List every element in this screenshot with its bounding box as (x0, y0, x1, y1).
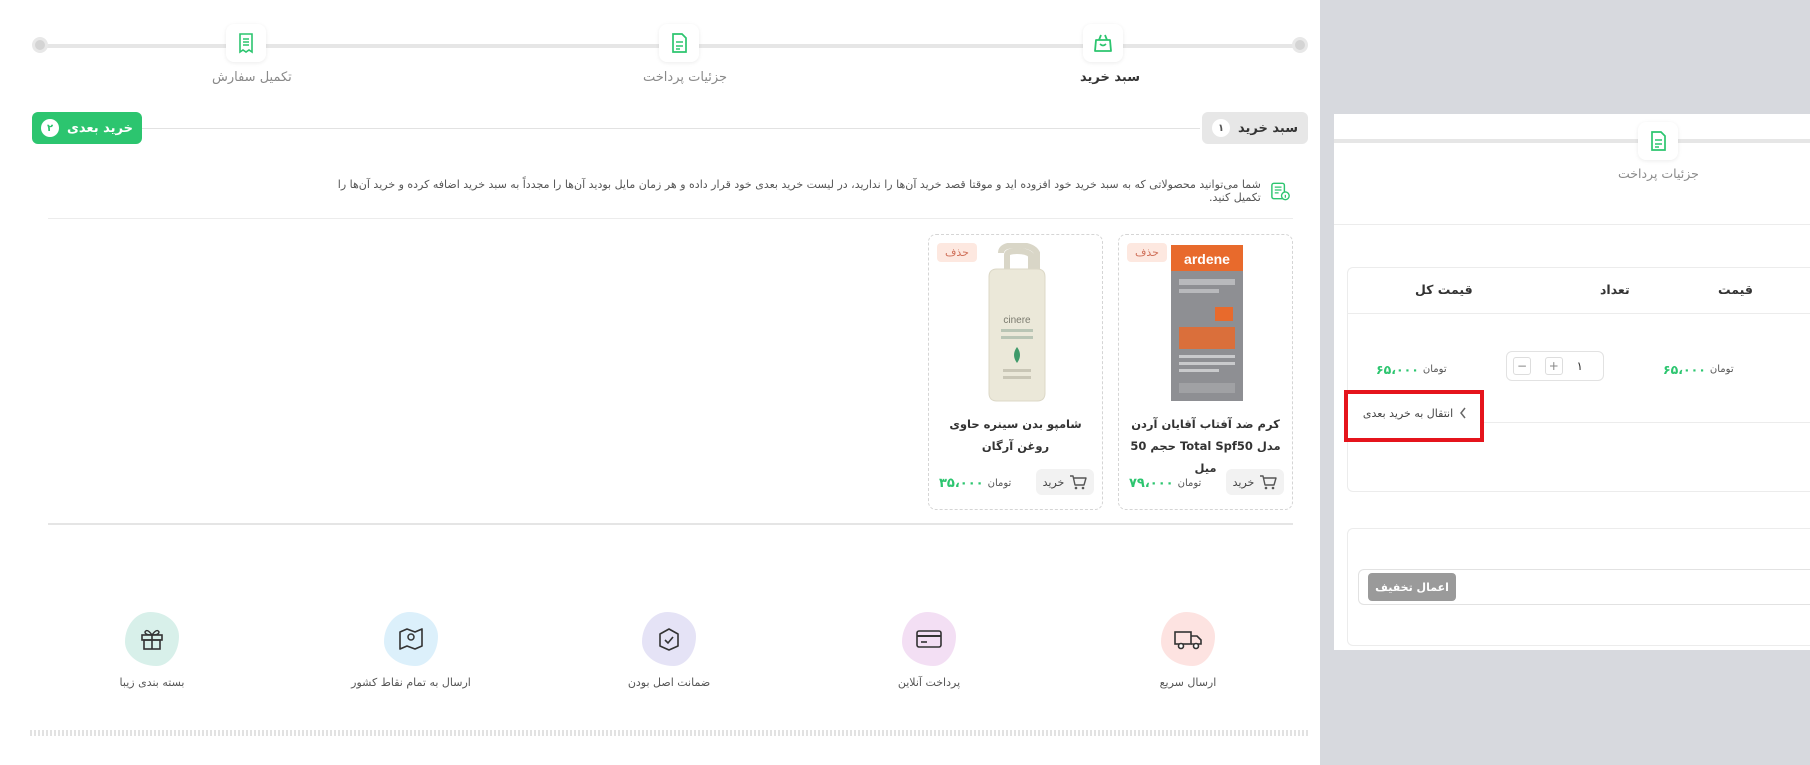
stepper-start-dot (1292, 37, 1308, 53)
tab-cart-label: سبد خرید (1238, 120, 1298, 136)
tabs-divider (140, 128, 1200, 129)
quantity-stepper: − + ۱ (1506, 351, 1604, 381)
apply-discount-button[interactable]: اعمال تخفیف (1368, 573, 1456, 601)
decrease-qty-button[interactable]: − (1513, 357, 1531, 375)
product-card: حذف cinere شامپو بدن سینره حاوی روغن آرگ… (928, 234, 1103, 510)
feature-authenticity: ضمانت اصل بودن (589, 612, 749, 689)
panel-separator (1334, 224, 1810, 225)
feature-label: ارسال سریع (1159, 676, 1217, 689)
feature-icon-bg (125, 612, 179, 666)
product-price: تومان ۷۹،۰۰۰ (1129, 476, 1201, 491)
row-total-value: ۶۵،۰۰۰ (1376, 362, 1419, 377)
info-row: شما می‌توانید محصولاتی که به سبد خرید خو… (320, 178, 1290, 204)
cart-icon (1070, 475, 1088, 490)
main-content: سبد خرید جزئیات پرداخت تکمیل سفارش سبد خ… (0, 0, 1320, 575)
shopping-bag-icon (1094, 34, 1112, 52)
quantity-value[interactable]: ۱ (1577, 359, 1583, 373)
feature-label: ارسال به تمام نقاط کشور (351, 676, 471, 689)
row-price: تومان ۶۵،۰۰۰ (1663, 362, 1734, 377)
step-payment[interactable] (659, 24, 699, 62)
header-qty: تعداد (1600, 282, 1630, 297)
tab-next-purchase[interactable]: خرید بعدی ۲ (32, 112, 142, 144)
content-separator (48, 523, 1293, 525)
feature-label: پرداخت آنلاین (897, 676, 961, 689)
feature-gift-packaging: بسته بندی زیبا (72, 612, 232, 689)
product-image-shampoo: cinere (988, 243, 1046, 402)
truck-icon (1174, 631, 1202, 650)
panel-step-label: جزئیات پرداخت (1618, 166, 1699, 181)
panel-stepper-line (1334, 139, 1810, 143)
currency: تومان (987, 478, 1012, 489)
gift-icon (141, 629, 163, 650)
main-area: سبد خرید جزئیات پرداخت تکمیل سفارش سبد خ… (0, 0, 1320, 765)
header-price: قیمت (1718, 282, 1753, 297)
price-value: ۷۹،۰۰۰ (1129, 476, 1174, 491)
feature-online-payment: پرداخت آنلاین (849, 612, 1009, 689)
product-card: حذف ardene کرم ضد آفتاب آقایان آردن مدل … (1118, 234, 1293, 510)
currency: تومان (1709, 364, 1734, 375)
buy-label: خرید (1042, 475, 1065, 489)
price-value: ۳۵،۰۰۰ (939, 476, 984, 491)
product-price: تومان ۳۵،۰۰۰ (939, 476, 1011, 491)
feature-label: بسته بندی زیبا (119, 676, 185, 689)
product-title[interactable]: شامپو بدن سینره حاوی روغن آرگان (937, 413, 1094, 457)
feature-label: ضمانت اصل بودن (627, 676, 711, 689)
discount-box: اعمال تخفیف (1347, 528, 1810, 646)
feature-icon-bg (1161, 612, 1215, 666)
header-total: قیمت کل (1415, 282, 1473, 297)
product-brand: cinere (1003, 315, 1031, 326)
tab-next-label: خرید بعدی (67, 120, 134, 136)
feature-icon-bg (642, 612, 696, 666)
cart-table-header: قیمت تعداد قیمت کل (1348, 268, 1810, 314)
tab-cart-count: ۱ (1212, 119, 1231, 137)
row-price-value: ۶۵،۰۰۰ (1663, 362, 1706, 377)
step-cart[interactable] (1083, 24, 1123, 62)
cart-icon (1260, 475, 1278, 490)
currency: تومان (1422, 364, 1447, 375)
increase-qty-button[interactable]: + (1544, 357, 1563, 375)
currency: تومان (1177, 478, 1202, 489)
info-separator (48, 218, 1293, 219)
product-brand: ardene (1184, 251, 1230, 267)
feature-icon-bg (384, 612, 438, 666)
tab-cart[interactable]: سبد خرید ۱ (1202, 112, 1308, 144)
footer-border (30, 730, 1310, 736)
feature-nationwide-shipping: ارسال به تمام نقاط کشور (331, 612, 491, 689)
product-image-sunscreen: ardene (1171, 245, 1243, 401)
step-complete-label: تکمیل سفارش (212, 70, 292, 85)
stepper-end-dot (32, 37, 48, 53)
payment-details-panel: جزئیات پرداخت قیمت تعداد قیمت کل تومان ۶… (1334, 114, 1810, 650)
document-icon (672, 33, 687, 53)
highlight-box (1344, 390, 1484, 442)
receipt-icon (239, 33, 253, 54)
buy-button[interactable]: خرید (1226, 469, 1284, 495)
tab-next-count: ۲ (41, 119, 59, 137)
info-text: شما می‌توانید محصولاتی که به سبد خرید خو… (337, 178, 1261, 204)
buy-button[interactable]: خرید (1036, 469, 1094, 495)
step-complete[interactable] (226, 24, 266, 62)
step-payment-label: جزئیات پرداخت (643, 70, 728, 85)
cart-table: قیمت تعداد قیمت کل تومان ۶۵،۰۰۰ − + ۱ تو… (1347, 267, 1810, 492)
buy-label: خرید (1232, 475, 1255, 489)
panel-step-payment[interactable] (1638, 122, 1678, 160)
map-icon (399, 628, 423, 650)
credit-card-icon (916, 630, 942, 648)
feature-fast-shipping: ارسال سریع (1108, 612, 1268, 689)
box-check-icon (659, 628, 679, 651)
document-icon (1651, 131, 1666, 151)
feature-icon-bg (902, 612, 956, 666)
list-info-icon (1271, 182, 1290, 201)
row-total: تومان ۶۵،۰۰۰ (1376, 362, 1447, 377)
step-cart-label: سبد خرید (1080, 70, 1140, 85)
